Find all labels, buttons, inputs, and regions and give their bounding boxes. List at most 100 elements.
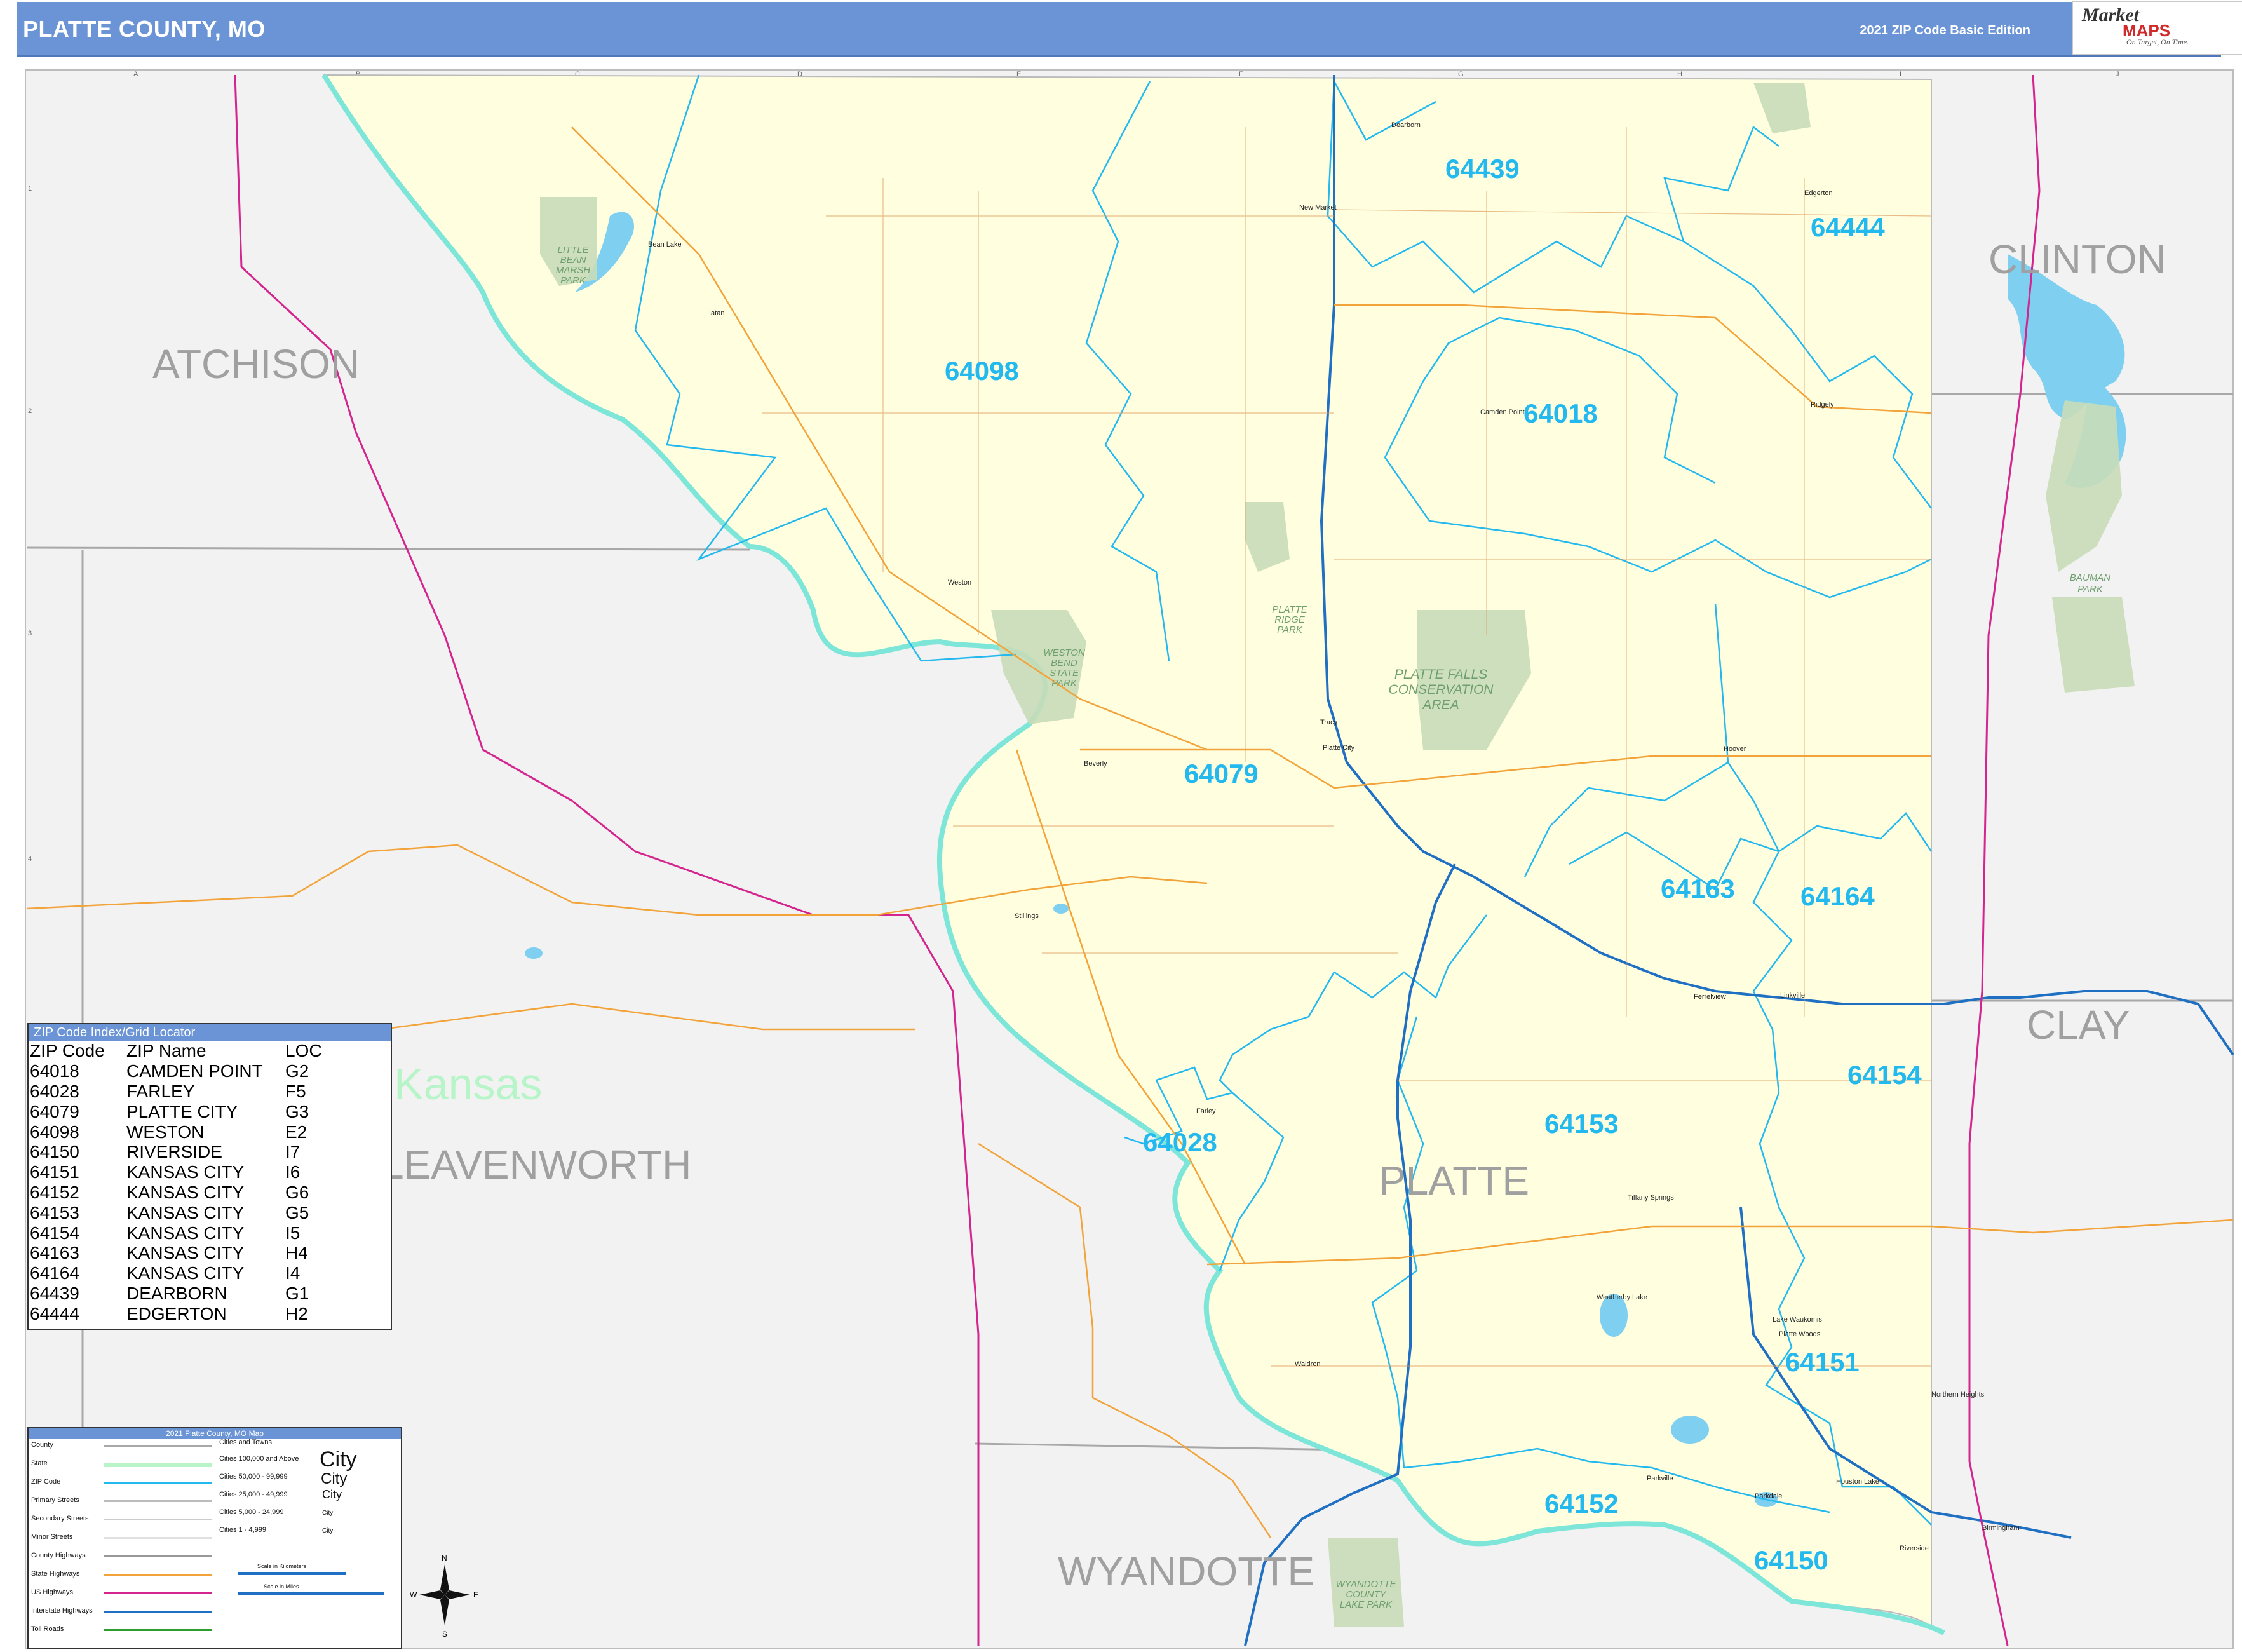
loc-cell: G3 xyxy=(285,1101,309,1121)
state-label-kansas: Kansas xyxy=(394,1059,542,1109)
zip-cell: 64150 xyxy=(30,1142,79,1162)
table-row[interactable]: 64163 KANSAS CITY H4 xyxy=(30,1243,336,1263)
legend-item-swatch xyxy=(104,1482,212,1484)
legend-item-label: Secondary Streets xyxy=(31,1515,89,1522)
town-label: Linkville xyxy=(1780,992,1805,999)
compass-w: W xyxy=(410,1590,417,1599)
town-label: Weston xyxy=(948,579,971,586)
zip-label[interactable]: 64098 xyxy=(945,356,1019,386)
zip-label[interactable]: 64163 xyxy=(1661,874,1735,904)
zip-label[interactable]: 64164 xyxy=(1800,881,1875,911)
legend-item-swatch xyxy=(104,1629,212,1631)
table-row[interactable]: 64018 CAMDEN POINT G2 xyxy=(30,1061,336,1081)
zip-cell: 64152 xyxy=(30,1182,79,1202)
name-cell: EDGERTON xyxy=(126,1303,227,1324)
name-cell: KANSAS CITY xyxy=(126,1202,245,1222)
table-row[interactable]: 64152 KANSAS CITY G6 xyxy=(30,1182,336,1203)
table-row[interactable]: 64164 KANSAS CITY I4 xyxy=(30,1263,336,1283)
legend-item-label: Minor Streets xyxy=(31,1533,73,1541)
legend-item-swatch xyxy=(104,1445,212,1447)
table-row[interactable]: 64150 RIVERSIDE I7 xyxy=(30,1142,336,1162)
column-header: ZIP Name xyxy=(126,1041,206,1061)
town-label: Houston Lake xyxy=(1836,1478,1879,1486)
table-row[interactable]: 64079 PLATTE CITY G3 xyxy=(30,1101,336,1121)
city-sample: City xyxy=(321,1470,348,1487)
legend-item-label: County xyxy=(31,1441,53,1449)
loc-cell: G5 xyxy=(285,1202,309,1222)
town-label: Riverside xyxy=(1900,1545,1929,1552)
town-label: New Market xyxy=(1299,204,1337,212)
scale-bar-mi xyxy=(238,1592,384,1595)
zip-label[interactable]: 64154 xyxy=(1847,1060,1922,1090)
town-label: Weatherby Lake xyxy=(1597,1294,1647,1301)
city-class-label: Cities 1 - 4,999 xyxy=(219,1526,266,1534)
zip-cell: 64154 xyxy=(30,1222,79,1243)
city-sample: City xyxy=(322,1527,334,1534)
legend-item-label: Toll Roads xyxy=(31,1625,64,1633)
town-label: Parkville xyxy=(1647,1475,1673,1482)
zip-label[interactable]: 64150 xyxy=(1754,1545,1828,1575)
park-label: LITTLE BEAN MARSH PARK xyxy=(556,245,590,286)
city-sample: City xyxy=(322,1488,342,1501)
table-row[interactable]: 64444 EDGERTON H2 xyxy=(30,1303,336,1324)
legend-item-label: ZIP Code xyxy=(31,1478,61,1486)
zip-cell: 64018 xyxy=(30,1061,79,1081)
zip-cell: 64163 xyxy=(30,1243,79,1263)
legend-item-label: Primary Streets xyxy=(31,1496,79,1504)
city-class-label: Cities 100,000 and Above xyxy=(219,1455,299,1463)
city-sample-large: City xyxy=(320,1447,357,1472)
zip-label[interactable]: 64152 xyxy=(1544,1489,1619,1519)
legend-item-swatch xyxy=(104,1519,212,1520)
zip-cell: 64444 xyxy=(30,1303,79,1324)
name-cell: KANSAS CITY xyxy=(126,1263,245,1283)
grid-number: 4 xyxy=(28,855,32,863)
legend-title: 2021 Platte County, MO Map xyxy=(29,1428,401,1439)
table-row[interactable]: 64098 WESTON E2 xyxy=(30,1121,336,1142)
table-row[interactable]: 64151 KANSAS CITY I6 xyxy=(30,1162,336,1182)
grid-letter: H xyxy=(1677,71,1682,78)
town-label: Lake Waukomis xyxy=(1773,1316,1822,1324)
loc-cell: I4 xyxy=(285,1263,301,1283)
table-row[interactable]: 64154 KANSAS CITY I5 xyxy=(30,1222,336,1243)
grid-number: 3 xyxy=(28,630,32,637)
zip-label[interactable]: 64439 xyxy=(1445,154,1520,184)
town-label: Dearborn xyxy=(1391,121,1421,129)
cities-heading: Cities and Towns xyxy=(219,1439,272,1446)
loc-cell: I5 xyxy=(285,1222,301,1243)
town-label: Farley xyxy=(1196,1107,1216,1115)
town-label: Edgerton xyxy=(1804,189,1833,197)
name-cell: FARLEY xyxy=(126,1081,195,1101)
county-label-leavenworth: LEAVENWORTH xyxy=(381,1142,691,1188)
grid-letter: I xyxy=(1900,71,1901,78)
county-label-clay: CLAY xyxy=(2027,1002,2130,1048)
zip-label[interactable]: 64018 xyxy=(1523,398,1598,428)
town-label: Hoover xyxy=(1724,745,1746,753)
legend-item-swatch xyxy=(104,1500,212,1502)
county-label-clinton: CLINTON xyxy=(1989,236,2166,282)
zip-cell: 64098 xyxy=(30,1121,79,1142)
zip-label[interactable]: 64153 xyxy=(1544,1109,1619,1139)
city-class-label: Cities 25,000 - 49,999 xyxy=(219,1491,288,1498)
zip-label[interactable]: 64079 xyxy=(1184,759,1259,789)
town-label: Tiffany Springs xyxy=(1628,1194,1674,1202)
compass-e: E xyxy=(473,1590,478,1599)
table-row[interactable]: 64153 KANSAS CITY G5 xyxy=(30,1202,336,1222)
scale-bar-km xyxy=(238,1572,346,1575)
grid-letter: A xyxy=(133,71,138,78)
zip-cell: 64439 xyxy=(30,1283,79,1303)
zip-index-table: ZIP Code ZIP Name LOC 64018 CAMDEN POINT G… xyxy=(30,1041,336,1324)
table-row[interactable]: 64439 DEARBORN G1 xyxy=(30,1283,336,1304)
grid-number: 2 xyxy=(28,407,32,415)
loc-cell: I6 xyxy=(285,1162,301,1182)
loc-cell: F5 xyxy=(285,1081,306,1101)
zip-label[interactable]: 64151 xyxy=(1785,1347,1860,1377)
zip-label[interactable]: 64444 xyxy=(1811,212,1885,242)
legend-item-swatch xyxy=(104,1592,212,1594)
map-canvas[interactable]: A B C D E F G H I J 1 2 3 4 5 6 7 8 xyxy=(0,0,2242,1652)
legend-item-label: US Highways xyxy=(31,1588,74,1596)
zip-cell: 64153 xyxy=(30,1202,79,1222)
zip-code-index: ZIP Code Index/Grid Locator ZIP Code ZIP… xyxy=(27,1023,392,1330)
name-cell: CAMDEN POINT xyxy=(126,1061,263,1081)
zip-label[interactable]: 64028 xyxy=(1143,1127,1217,1157)
table-row[interactable]: 64028 FARLEY F5 xyxy=(30,1081,336,1102)
